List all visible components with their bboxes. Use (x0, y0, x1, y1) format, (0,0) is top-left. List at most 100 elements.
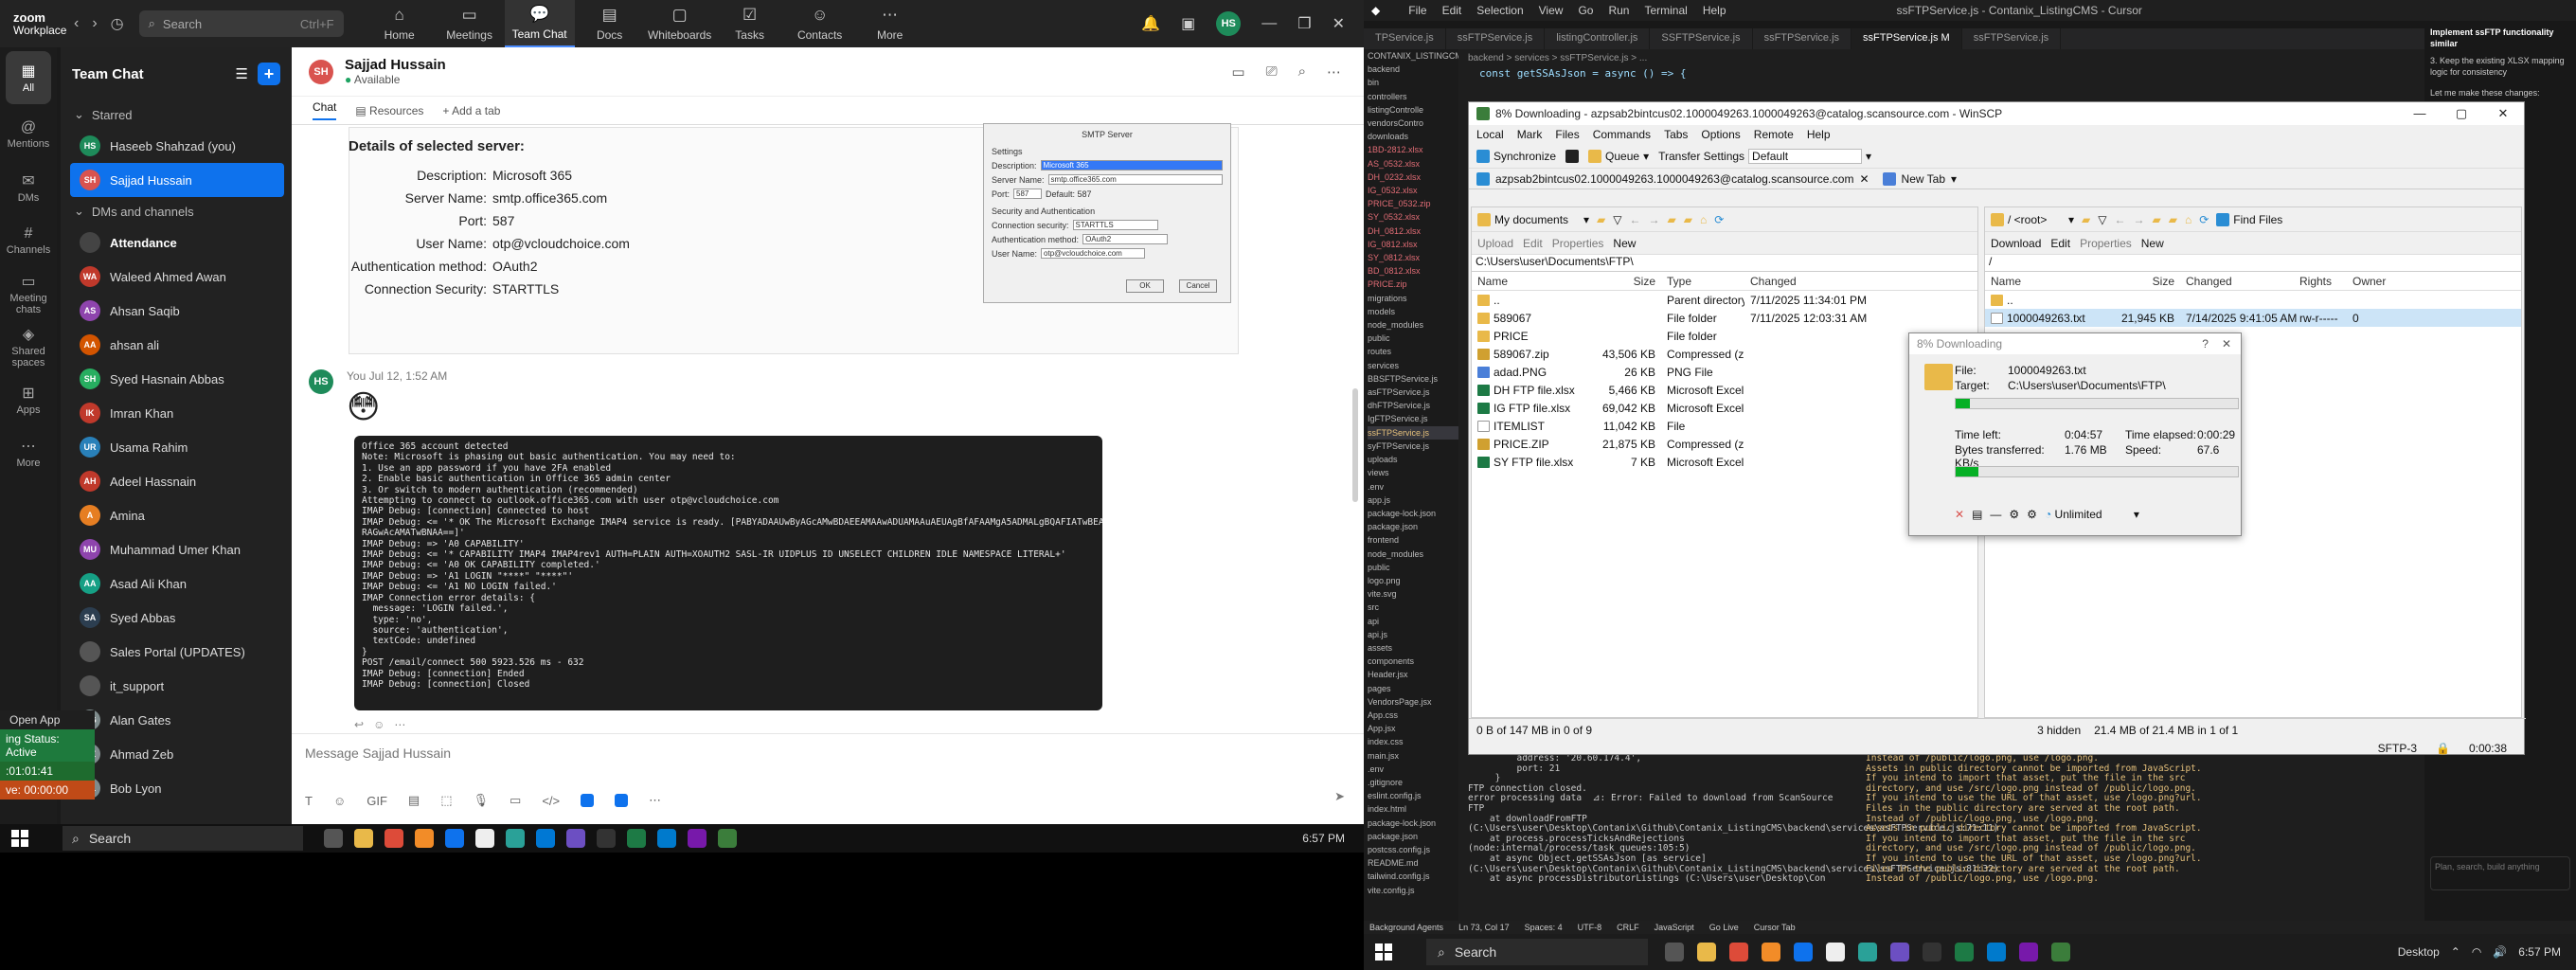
menu-options[interactable]: Options (1701, 128, 1740, 141)
parent-icon[interactable]: ▰ (2153, 213, 2161, 226)
editor-tab[interactable]: ssFTPService.js M (1852, 28, 1962, 49)
explorer-icon[interactable] (1697, 943, 1716, 961)
explorer-item[interactable]: backend (1368, 63, 1458, 76)
menu-edit[interactable]: Edit (1442, 4, 1462, 17)
app-icon[interactable] (1762, 943, 1780, 961)
app-icon[interactable] (615, 794, 629, 807)
start-icon[interactable] (11, 830, 28, 847)
filter-icon[interactable]: ▽ (1613, 213, 1621, 226)
explorer-item[interactable]: components (1368, 655, 1458, 668)
file-row[interactable]: PRICE.ZIP21,875 KBCompressed (zipp... (1472, 435, 1977, 453)
tab-tasks[interactable]: ☑ Tasks (715, 0, 785, 47)
explorer-item[interactable]: asFTPService.js (1368, 386, 1458, 399)
column-header[interactable]: Type (1661, 275, 1744, 288)
filter-icon[interactable]: ▽ (2098, 213, 2106, 226)
winscp-icon[interactable] (718, 829, 737, 848)
code-line[interactable]: const getSSAsJson = async () => { (1458, 67, 2424, 80)
emoji-icon[interactable]: ☺ (333, 794, 346, 808)
task-view-icon[interactable] (1665, 943, 1684, 961)
folder-icon[interactable]: ▰ (1597, 213, 1605, 226)
explorer-item[interactable]: services (1368, 359, 1458, 372)
explorer-item[interactable]: package-lock.json (1368, 507, 1458, 520)
send-icon[interactable]: ➤ (1334, 789, 1345, 804)
explorer-item[interactable]: Header.jsx (1368, 668, 1458, 681)
explorer-item[interactable]: AS_0532.xlsx (1368, 157, 1458, 171)
screenshot-icon[interactable]: ⬚ (440, 793, 452, 808)
app-icon[interactable] (475, 829, 494, 848)
refresh-icon[interactable]: ⟳ (2199, 213, 2209, 226)
file-row[interactable]: adad.PNG 26 KB PNG File (1472, 363, 1977, 381)
app-icon[interactable] (1890, 943, 1909, 961)
explorer-icon[interactable] (354, 829, 373, 848)
history-icon[interactable]: ◷ (111, 14, 124, 33)
code-icon[interactable]: </> (542, 794, 560, 808)
back-icon[interactable]: ← (1630, 213, 1641, 226)
new-button[interactable]: New (1613, 237, 1636, 250)
explorer-item[interactable]: uploads (1368, 453, 1458, 466)
zoom-icon[interactable] (1794, 943, 1813, 961)
explorer-item[interactable]: README.md (1368, 856, 1458, 870)
explorer-item[interactable]: IG_0532.xlsx (1368, 184, 1458, 197)
starred-section[interactable]: ⌄ Starred (61, 100, 292, 129)
explorer-item[interactable]: package.json (1368, 520, 1458, 533)
explorer-item[interactable]: bin (1368, 76, 1458, 89)
app-icon[interactable] (1858, 943, 1877, 961)
terminal[interactable]: address: '20.60.174.4', port: 21 } FTP co… (1458, 750, 2424, 921)
status-item[interactable]: Spaces: 4 (1525, 923, 1563, 932)
task-view-icon[interactable] (324, 829, 343, 848)
console-button[interactable] (1565, 149, 1580, 163)
tab-more[interactable]: ⋯ More (855, 0, 925, 47)
contact-item[interactable]: AH Adeel Hassnain (61, 464, 292, 498)
menu-file[interactable]: File (1408, 4, 1426, 17)
terminal-screenshot[interactable]: Office 365 account detected Note: Microso… (354, 436, 1102, 710)
tab-docs[interactable]: ▤ Docs (575, 0, 645, 47)
search-icon[interactable]: ⌕ (1298, 63, 1306, 81)
forward-icon[interactable]: → (1649, 213, 1660, 226)
explorer-item[interactable]: downloads (1368, 130, 1458, 143)
app-icon[interactable] (415, 829, 434, 848)
contact-item[interactable]: SH Sajjad Hussain (70, 163, 284, 197)
bell-icon[interactable]: 🔔 (1141, 14, 1160, 33)
explorer-item[interactable]: 1BD-2812.xlsx (1368, 143, 1458, 156)
file-row[interactable]: DH FTP file.xlsx 5,466 KB Microsoft Excel … (1472, 381, 1977, 399)
file-row[interactable]: ITEMLIST 11,042 KB File (1472, 417, 1977, 435)
rail-meeting-chats[interactable]: ▭ Meeting chats (0, 267, 57, 320)
window-icon[interactable]: ▣ (1181, 14, 1195, 33)
explorer-item[interactable]: dhFTPService.js (1368, 399, 1458, 412)
more-icon[interactable]: ⋯ (649, 793, 661, 808)
menu-mark[interactable]: Mark (1517, 128, 1543, 141)
explorer-item[interactable]: app.js (1368, 494, 1458, 507)
back-icon[interactable]: ‹ (74, 15, 79, 32)
remote-path[interactable]: / (1985, 255, 2521, 272)
explorer-item[interactable]: DH_0812.xlsx (1368, 225, 1458, 238)
explorer-item[interactable]: SY_0812.xlsx (1368, 251, 1458, 264)
explorer-item[interactable]: PRICE.zip (1368, 278, 1458, 291)
settings-icon[interactable]: ⚙ (2009, 508, 2019, 521)
synchronize-button[interactable]: Synchronize (1476, 149, 1556, 163)
clock[interactable]: 6:57 PM (2518, 945, 2561, 959)
contact-item[interactable]: IK Imran Khan (61, 396, 292, 430)
explorer-item[interactable]: pages (1368, 682, 1458, 695)
vscode-icon[interactable] (657, 829, 676, 848)
status-item[interactable]: CRLF (1617, 923, 1639, 932)
editor-tab[interactable]: ssFTPService.js (1446, 28, 1546, 49)
explorer-item[interactable]: CONTANIX_LISTINGCMS (1368, 49, 1458, 63)
explorer-item[interactable]: routes (1368, 345, 1458, 358)
queue-button[interactable]: Queue ▾ (1588, 149, 1649, 163)
explorer-item[interactable]: migrations (1368, 292, 1458, 305)
explorer-item[interactable]: .env (1368, 763, 1458, 776)
editor-tab[interactable]: SSFTPService.js (1650, 28, 1753, 49)
cursor-icon[interactable] (597, 829, 616, 848)
close-icon[interactable]: ✕ (2482, 106, 2524, 121)
explorer-item[interactable]: vite.svg (1368, 587, 1458, 601)
show-desktop[interactable]: Desktop (2398, 945, 2440, 959)
explorer-item[interactable]: eslint.config.js (1368, 789, 1458, 802)
menu-terminal[interactable]: Terminal (1644, 4, 1687, 17)
scrollbar[interactable] (1352, 388, 1358, 502)
avatar[interactable]: HS (1216, 11, 1242, 36)
explorer-item[interactable]: IgFTPService.js (1368, 412, 1458, 425)
properties-button[interactable]: Properties (1552, 237, 1604, 250)
explorer-item[interactable]: index.html (1368, 802, 1458, 816)
status-item[interactable]: Go Live (1709, 923, 1739, 932)
app-icon[interactable] (536, 829, 555, 848)
